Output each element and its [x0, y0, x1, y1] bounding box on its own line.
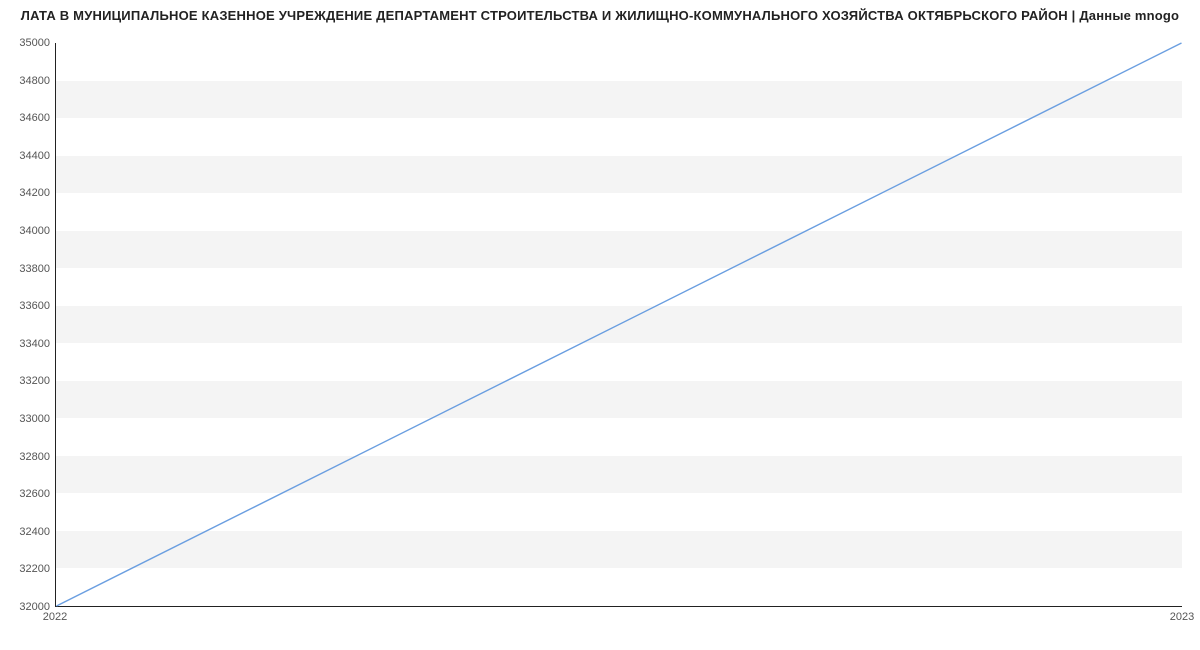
chart-container: 3200032200324003260032800330003320033400…	[0, 27, 1200, 637]
y-tick-label: 32600	[6, 488, 50, 500]
line-plot	[56, 43, 1182, 606]
x-tick-label: 2023	[1170, 611, 1194, 623]
y-tick-label: 32400	[6, 526, 50, 538]
y-tick-label: 33000	[6, 413, 50, 425]
y-tick-label: 34800	[6, 75, 50, 87]
y-tick-label: 33200	[6, 375, 50, 387]
y-tick-label: 33400	[6, 338, 50, 350]
x-tick-label: 2022	[43, 611, 67, 623]
plot-area	[55, 43, 1182, 607]
y-tick-label: 33800	[6, 263, 50, 275]
y-tick-label: 34000	[6, 225, 50, 237]
y-tick-label: 35000	[6, 37, 50, 49]
y-tick-label: 32800	[6, 451, 50, 463]
series-line	[56, 43, 1181, 606]
y-tick-label: 34400	[6, 150, 50, 162]
y-tick-label: 32200	[6, 563, 50, 575]
y-tick-label: 34600	[6, 112, 50, 124]
chart-title: ЛАТА В МУНИЦИПАЛЬНОЕ КАЗЕННОЕ УЧРЕЖДЕНИЕ…	[0, 0, 1200, 27]
y-tick-label: 34200	[6, 187, 50, 199]
y-tick-label: 33600	[6, 300, 50, 312]
